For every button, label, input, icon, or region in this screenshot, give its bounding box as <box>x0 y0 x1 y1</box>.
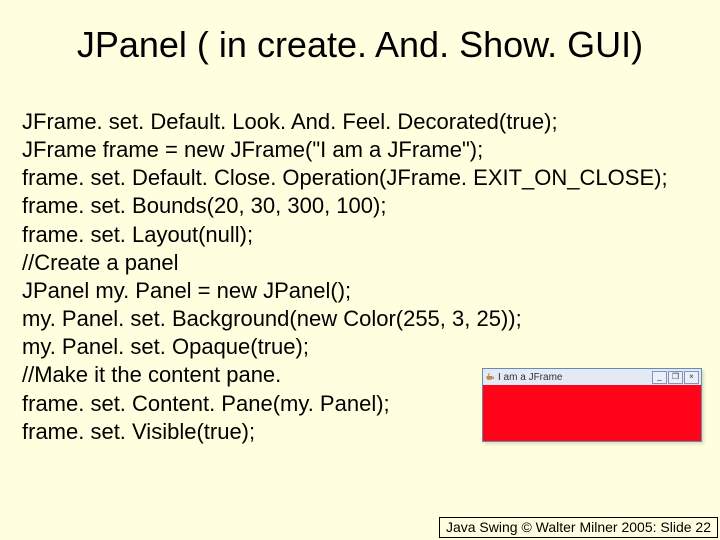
java-cup-icon <box>485 372 495 382</box>
close-button[interactable]: × <box>684 371 699 384</box>
slide-title: JPanel ( in create. And. Show. GUI) <box>0 24 720 66</box>
maximize-button[interactable]: ❐ <box>668 371 683 384</box>
mini-window-titlebar: I am a JFrame _ ❐ × <box>483 369 701 386</box>
minimize-button[interactable]: _ <box>652 371 667 384</box>
slide: JPanel ( in create. And. Show. GUI) JFra… <box>0 0 720 540</box>
slide-footer: Java Swing © Walter Milner 2005: Slide 2… <box>439 517 718 538</box>
mini-window-panel <box>483 385 701 441</box>
window-control-buttons: _ ❐ × <box>652 371 699 384</box>
mini-window-title: I am a JFrame <box>498 372 652 383</box>
mini-jframe-window: I am a JFrame _ ❐ × <box>482 368 702 442</box>
